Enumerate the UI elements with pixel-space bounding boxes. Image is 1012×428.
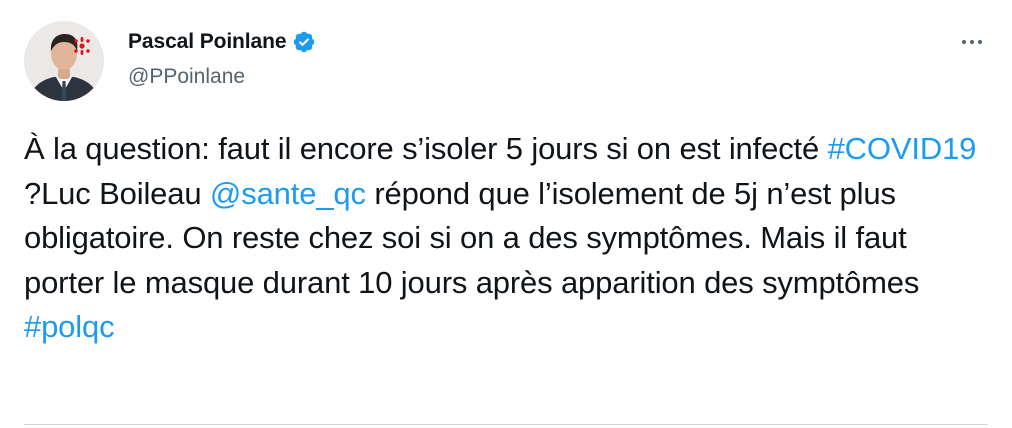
tweet-card: Pascal Poinlane @PPoinlane À la question… (0, 0, 1012, 428)
tweet-text: À la question: faut il encore s’isoler 5… (24, 127, 984, 350)
avatar-image (24, 21, 104, 101)
hashtag-link[interactable]: #polqc (24, 309, 115, 344)
author-handle[interactable]: @PPoinlane (128, 65, 245, 89)
tweet-text-segment: À la question: faut il encore s’isoler 5… (24, 131, 828, 166)
author-display-name[interactable]: Pascal Poinlane (128, 30, 287, 54)
divider (24, 424, 988, 425)
hashtag-link[interactable]: #COVID19 (828, 131, 977, 166)
more-options-icon[interactable] (955, 30, 989, 54)
author-name-row: Pascal Poinlane (128, 30, 316, 54)
avatar[interactable] (24, 21, 104, 101)
verified-badge-icon (292, 30, 316, 54)
tweet-text-segment: ?Luc Boileau (24, 175, 210, 211)
mention-link[interactable]: @sante_qc (210, 176, 366, 211)
